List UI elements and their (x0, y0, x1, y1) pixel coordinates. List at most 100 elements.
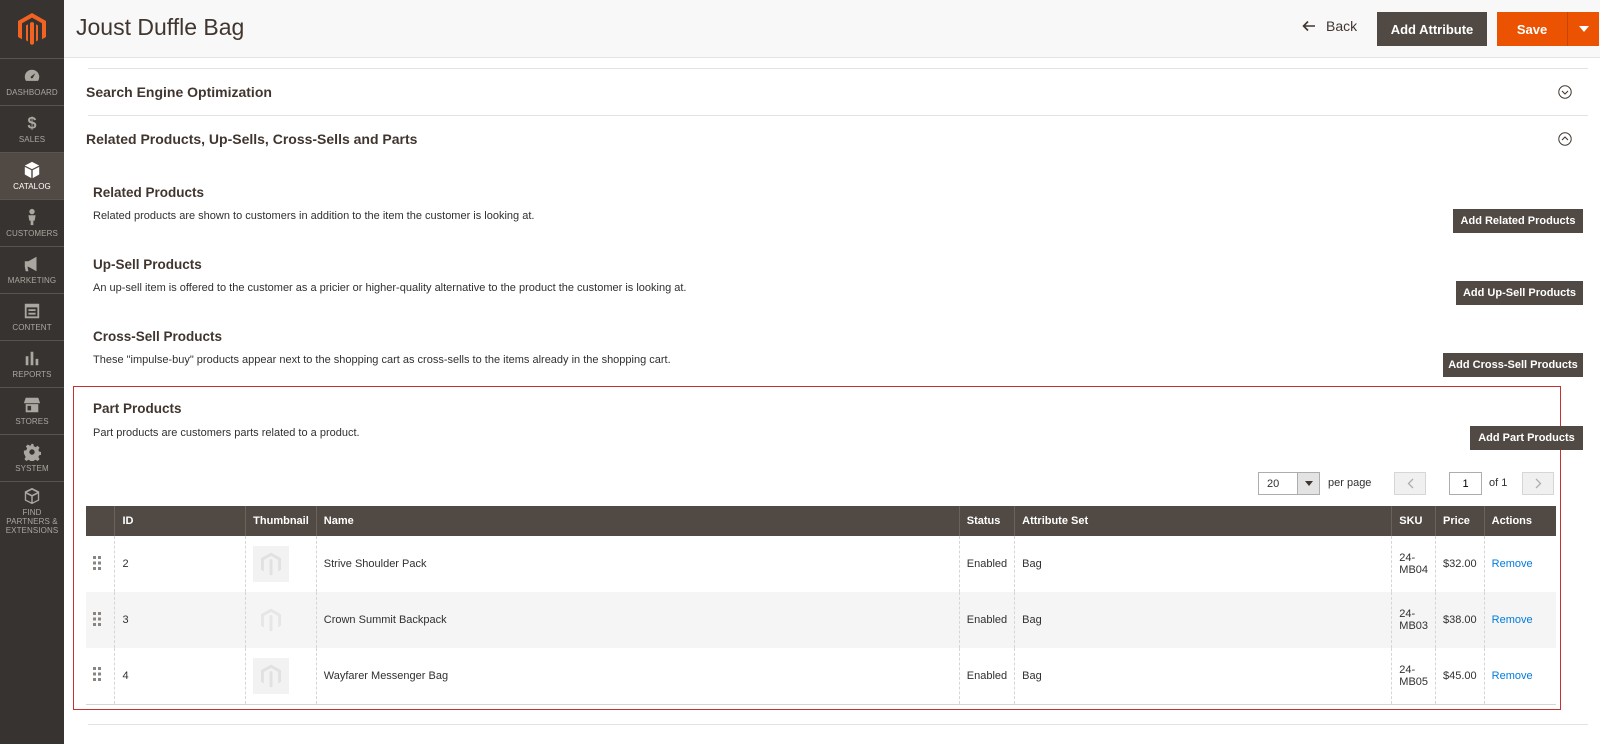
cell-price: $38.00 (1435, 592, 1485, 648)
megaphone-icon (24, 256, 37, 272)
column-header-name[interactable]: Name (315, 506, 960, 536)
sidebar-item-system[interactable]: System (0, 434, 64, 481)
drag-handle[interactable] (86, 592, 115, 648)
cell-id: 4 (114, 648, 246, 705)
column-header-price[interactable]: Price (1435, 506, 1485, 536)
section-seo-title[interactable]: Search Engine Optimization (86, 84, 272, 100)
cell-name: Crown Summit Backpack (315, 592, 960, 648)
chevron-up-circle-icon[interactable] (1558, 132, 1572, 146)
sidebar-item-label: Marketing (7, 276, 57, 285)
cell-price: $32.00 (1435, 536, 1485, 592)
column-header-sku[interactable]: SKU (1391, 506, 1436, 536)
section-related-title[interactable]: Related Products, Up-Sells, Cross-Sells … (86, 131, 417, 147)
page-title: Joust Duffle Bag (76, 14, 245, 40)
table-row: 2 Strive Shoulder Pack Enabled Bag 24-MB… (86, 536, 1556, 592)
crosssell-products-title: Cross-Sell Products (93, 329, 223, 344)
sidebar-item-label: Find Partners & Extensions (5, 507, 59, 535)
part-products-title: Part Products (93, 401, 182, 416)
dollar-icon: $ (27, 114, 36, 132)
per-page-value: 20 (1267, 477, 1280, 490)
sidebar-item-content[interactable]: Content (0, 293, 64, 340)
part-products-grid: ID Thumbnail Name Status Attribute Set S… (86, 506, 1556, 705)
sidebar-item-label: Sales (18, 135, 46, 144)
product-edit-content: Search Engine Optimization Related Produ… (64, 58, 1600, 744)
cell-id: 3 (114, 592, 246, 648)
cell-price: $45.00 (1435, 648, 1485, 705)
save-options-toggle[interactable] (1567, 12, 1599, 46)
upsell-products-title: Up-Sell Products (93, 257, 202, 272)
page-number-input[interactable] (1449, 472, 1482, 495)
caret-down-icon (1297, 473, 1319, 494)
sidebar-item-label: Reports (12, 370, 52, 379)
sidebar-item-reports[interactable]: Reports (0, 340, 64, 387)
product-thumbnail-placeholder-icon (253, 546, 290, 582)
add-crosssell-products-button[interactable]: Add Cross-Sell Products (1443, 353, 1583, 377)
cell-actions: Remove (1483, 648, 1556, 705)
add-upsell-products-button[interactable]: Add Up-Sell Products (1456, 281, 1583, 305)
layout-icon (24, 303, 40, 319)
box-icon (24, 161, 40, 179)
cell-status: Enabled (958, 592, 1015, 648)
grid-header-row: ID Thumbnail Name Status Attribute Set S… (86, 506, 1556, 536)
add-part-products-button[interactable]: Add Part Products (1470, 426, 1583, 450)
sidebar-item-catalog[interactable]: Catalog (0, 152, 64, 199)
product-thumbnail-placeholder-icon (253, 657, 290, 694)
previous-page-button[interactable] (1394, 472, 1426, 495)
add-attribute-button[interactable]: Add Attribute (1377, 12, 1487, 46)
chevron-right-icon (1535, 478, 1541, 489)
sidebar-item-partners[interactable]: Find Partners & Extensions (0, 481, 64, 539)
drag-handle-icon (93, 611, 103, 629)
remove-link[interactable]: Remove (1492, 670, 1533, 682)
column-header-drag (86, 506, 115, 536)
per-page-label: per page (1328, 477, 1372, 489)
related-products-title: Related Products (93, 185, 205, 200)
sidebar-item-stores[interactable]: Stores (0, 387, 64, 434)
sidebar-item-label: Stores (15, 417, 49, 426)
magento-logo[interactable] (0, 0, 64, 58)
sidebar-item-marketing[interactable]: Marketing (0, 246, 64, 293)
cell-thumbnail (245, 536, 317, 592)
column-header-id[interactable]: ID (114, 506, 246, 536)
dashboard-icon (24, 69, 40, 81)
column-header-attribute-set[interactable]: Attribute Set (1014, 506, 1392, 536)
cell-attribute-set: Bag (1014, 648, 1392, 705)
drag-handle[interactable] (86, 536, 115, 592)
cell-status: Enabled (958, 648, 1015, 705)
sidebar-item-dashboard[interactable]: Dashboard (0, 58, 64, 105)
cell-attribute-set: Bag (1014, 536, 1392, 592)
add-related-products-button[interactable]: Add Related Products (1453, 209, 1583, 233)
column-header-status[interactable]: Status (958, 506, 1015, 536)
cell-sku: 24-MB04 (1391, 536, 1436, 592)
drag-handle[interactable] (86, 648, 115, 705)
per-page-select[interactable]: 20 (1258, 472, 1320, 495)
remove-link[interactable]: Remove (1492, 614, 1533, 626)
cubes-icon (24, 487, 40, 504)
table-row: 3 Crown Summit Backpack Enabled Bag 24-M… (86, 592, 1556, 648)
chevron-left-icon (1407, 478, 1413, 489)
sidebar-item-label: Dashboard (6, 88, 58, 97)
divider (88, 724, 1588, 725)
admin-sidebar: Dashboard $ Sales Catalog Customers Mark… (0, 0, 64, 744)
part-products-desc: Part products are customers parts relate… (93, 427, 360, 439)
cell-name: Wayfarer Messenger Bag (315, 648, 960, 705)
save-button[interactable]: Save (1497, 12, 1567, 46)
next-page-button[interactable] (1522, 472, 1554, 495)
back-button[interactable]: Back (1302, 18, 1357, 34)
cell-thumbnail (245, 648, 317, 705)
sidebar-item-sales[interactable]: $ Sales (0, 105, 64, 152)
drag-handle-icon (93, 555, 103, 573)
remove-link[interactable]: Remove (1492, 558, 1533, 570)
cell-thumbnail (245, 592, 317, 648)
sidebar-item-label: System (15, 464, 49, 473)
upsell-products-desc: An up-sell item is offered to the custom… (93, 282, 687, 294)
table-row: 4 Wayfarer Messenger Bag Enabled Bag 24-… (86, 648, 1556, 705)
sidebar-item-label: Content (12, 323, 52, 332)
caret-down-icon (1578, 26, 1589, 32)
column-header-thumbnail: Thumbnail (245, 506, 317, 536)
person-icon (28, 208, 36, 226)
chevron-down-circle-icon[interactable] (1558, 85, 1572, 99)
svg-text:$: $ (27, 114, 36, 132)
product-thumbnail-placeholder-icon (253, 602, 289, 638)
cell-id: 2 (114, 536, 246, 592)
sidebar-item-customers[interactable]: Customers (0, 199, 64, 246)
